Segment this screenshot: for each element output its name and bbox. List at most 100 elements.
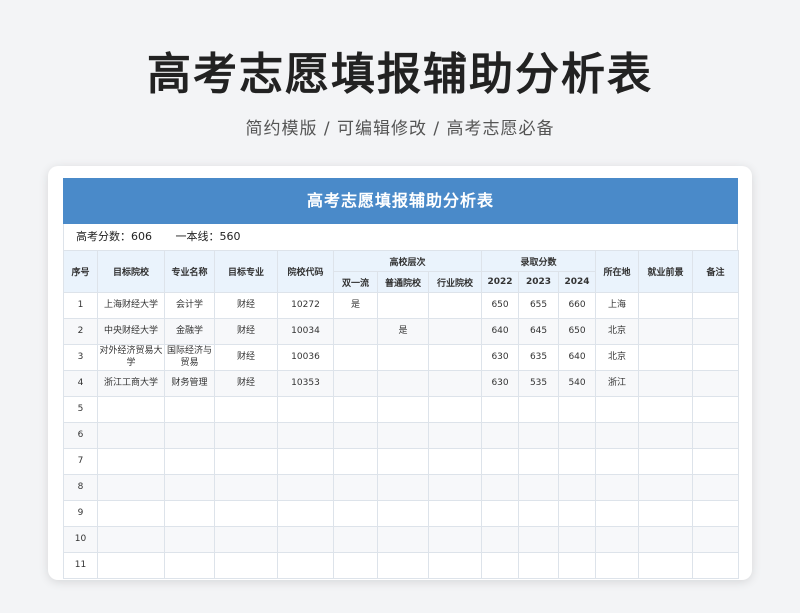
cell-school-code[interactable] xyxy=(277,448,334,475)
cell-level-industry[interactable] xyxy=(427,474,483,501)
cell-note[interactable] xyxy=(692,318,740,345)
cell-major[interactable] xyxy=(164,526,215,553)
cell-employment[interactable] xyxy=(638,292,694,319)
cell-target-major[interactable] xyxy=(214,448,278,475)
cell-school-code[interactable]: 10353 xyxy=(277,370,334,397)
cell-index[interactable]: 3 xyxy=(63,344,98,371)
cell-level-industry[interactable] xyxy=(427,292,483,319)
cell-employment[interactable] xyxy=(638,500,694,527)
cell-school-code[interactable] xyxy=(277,526,334,553)
cell-major[interactable] xyxy=(164,474,215,501)
cell-location[interactable] xyxy=(595,552,640,579)
cell-school[interactable] xyxy=(97,448,165,475)
cell-employment[interactable] xyxy=(638,396,694,423)
cell-level-regular[interactable] xyxy=(377,292,429,319)
cell-school[interactable] xyxy=(97,552,165,579)
cell-index[interactable]: 10 xyxy=(63,526,98,553)
cell-note[interactable] xyxy=(692,422,740,449)
cell-school-code[interactable]: 10034 xyxy=(277,318,334,345)
cell-level-double[interactable] xyxy=(333,370,378,397)
cell-score-2024[interactable]: 650 xyxy=(558,318,597,345)
cell-level-industry[interactable] xyxy=(427,526,483,553)
cell-score-2022[interactable] xyxy=(481,396,520,423)
cell-level-regular[interactable] xyxy=(377,552,429,579)
cell-score-2022[interactable]: 640 xyxy=(481,318,520,345)
cell-school[interactable] xyxy=(97,474,165,501)
cell-level-industry[interactable] xyxy=(427,552,483,579)
cell-location[interactable] xyxy=(595,474,640,501)
cell-score-2023[interactable] xyxy=(518,474,560,501)
cell-level-double[interactable] xyxy=(333,318,378,345)
cell-target-major[interactable] xyxy=(214,552,278,579)
cell-level-regular[interactable] xyxy=(377,526,429,553)
cell-score-2024[interactable] xyxy=(558,552,597,579)
cell-score-2022[interactable] xyxy=(481,526,520,553)
cell-level-industry[interactable] xyxy=(427,318,483,345)
cell-index[interactable]: 1 xyxy=(63,292,98,319)
cell-location[interactable]: 北京 xyxy=(595,344,640,371)
cell-target-major[interactable] xyxy=(214,396,278,423)
cell-score-2024[interactable] xyxy=(558,526,597,553)
cell-location[interactable] xyxy=(595,422,640,449)
cell-level-regular[interactable] xyxy=(377,500,429,527)
cell-score-2023[interactable] xyxy=(518,448,560,475)
cell-employment[interactable] xyxy=(638,344,694,371)
cell-location[interactable]: 上海 xyxy=(595,292,640,319)
cell-employment[interactable] xyxy=(638,526,694,553)
cell-level-double[interactable] xyxy=(333,396,378,423)
cell-school[interactable]: 对外经济贸易大学 xyxy=(97,344,165,371)
cell-major[interactable]: 财务管理 xyxy=(164,370,215,397)
cell-note[interactable] xyxy=(692,370,740,397)
cell-score-2022[interactable] xyxy=(481,552,520,579)
cell-score-2023[interactable] xyxy=(518,422,560,449)
cell-note[interactable] xyxy=(692,448,740,475)
cell-score-2024[interactable] xyxy=(558,474,597,501)
cell-score-2023[interactable] xyxy=(518,552,560,579)
cell-level-regular[interactable] xyxy=(377,344,429,371)
cell-level-double[interactable] xyxy=(333,344,378,371)
cell-note[interactable] xyxy=(692,396,740,423)
cell-score-2024[interactable] xyxy=(558,500,597,527)
cell-level-regular[interactable] xyxy=(377,422,429,449)
cell-level-industry[interactable] xyxy=(427,344,483,371)
cell-target-major[interactable]: 财经 xyxy=(214,370,278,397)
cell-score-2024[interactable]: 540 xyxy=(558,370,597,397)
cell-target-major[interactable] xyxy=(214,474,278,501)
cell-note[interactable] xyxy=(692,500,740,527)
cell-location[interactable]: 北京 xyxy=(595,318,640,345)
cell-level-regular[interactable]: 是 xyxy=(377,318,429,345)
cell-score-2024[interactable] xyxy=(558,396,597,423)
cell-employment[interactable] xyxy=(638,448,694,475)
cell-target-major[interactable]: 财经 xyxy=(214,344,278,371)
cell-employment[interactable] xyxy=(638,318,694,345)
cell-score-2024[interactable] xyxy=(558,448,597,475)
cell-school-code[interactable] xyxy=(277,422,334,449)
cell-level-double[interactable] xyxy=(333,552,378,579)
cell-major[interactable]: 金融学 xyxy=(164,318,215,345)
cell-school-code[interactable] xyxy=(277,474,334,501)
cell-score-2024[interactable]: 640 xyxy=(558,344,597,371)
cell-school[interactable]: 上海财经大学 xyxy=(97,292,165,319)
cell-major[interactable] xyxy=(164,500,215,527)
cell-employment[interactable] xyxy=(638,474,694,501)
cell-score-2022[interactable]: 630 xyxy=(481,370,520,397)
cell-level-double[interactable] xyxy=(333,422,378,449)
cell-school-code[interactable]: 10036 xyxy=(277,344,334,371)
cell-major[interactable] xyxy=(164,552,215,579)
cell-level-double[interactable] xyxy=(333,526,378,553)
cell-level-industry[interactable] xyxy=(427,396,483,423)
cell-index[interactable]: 2 xyxy=(63,318,98,345)
cell-employment[interactable] xyxy=(638,422,694,449)
cell-employment[interactable] xyxy=(638,552,694,579)
cell-school[interactable]: 浙江工商大学 xyxy=(97,370,165,397)
cell-target-major[interactable] xyxy=(214,422,278,449)
cell-major[interactable] xyxy=(164,422,215,449)
cell-note[interactable] xyxy=(692,474,740,501)
cell-score-2023[interactable]: 655 xyxy=(518,292,560,319)
cell-target-major[interactable]: 财经 xyxy=(214,318,278,345)
cell-note[interactable] xyxy=(692,526,740,553)
cell-school[interactable] xyxy=(97,500,165,527)
cell-index[interactable]: 8 xyxy=(63,474,98,501)
cell-location[interactable] xyxy=(595,448,640,475)
cell-score-2022[interactable]: 650 xyxy=(481,292,520,319)
